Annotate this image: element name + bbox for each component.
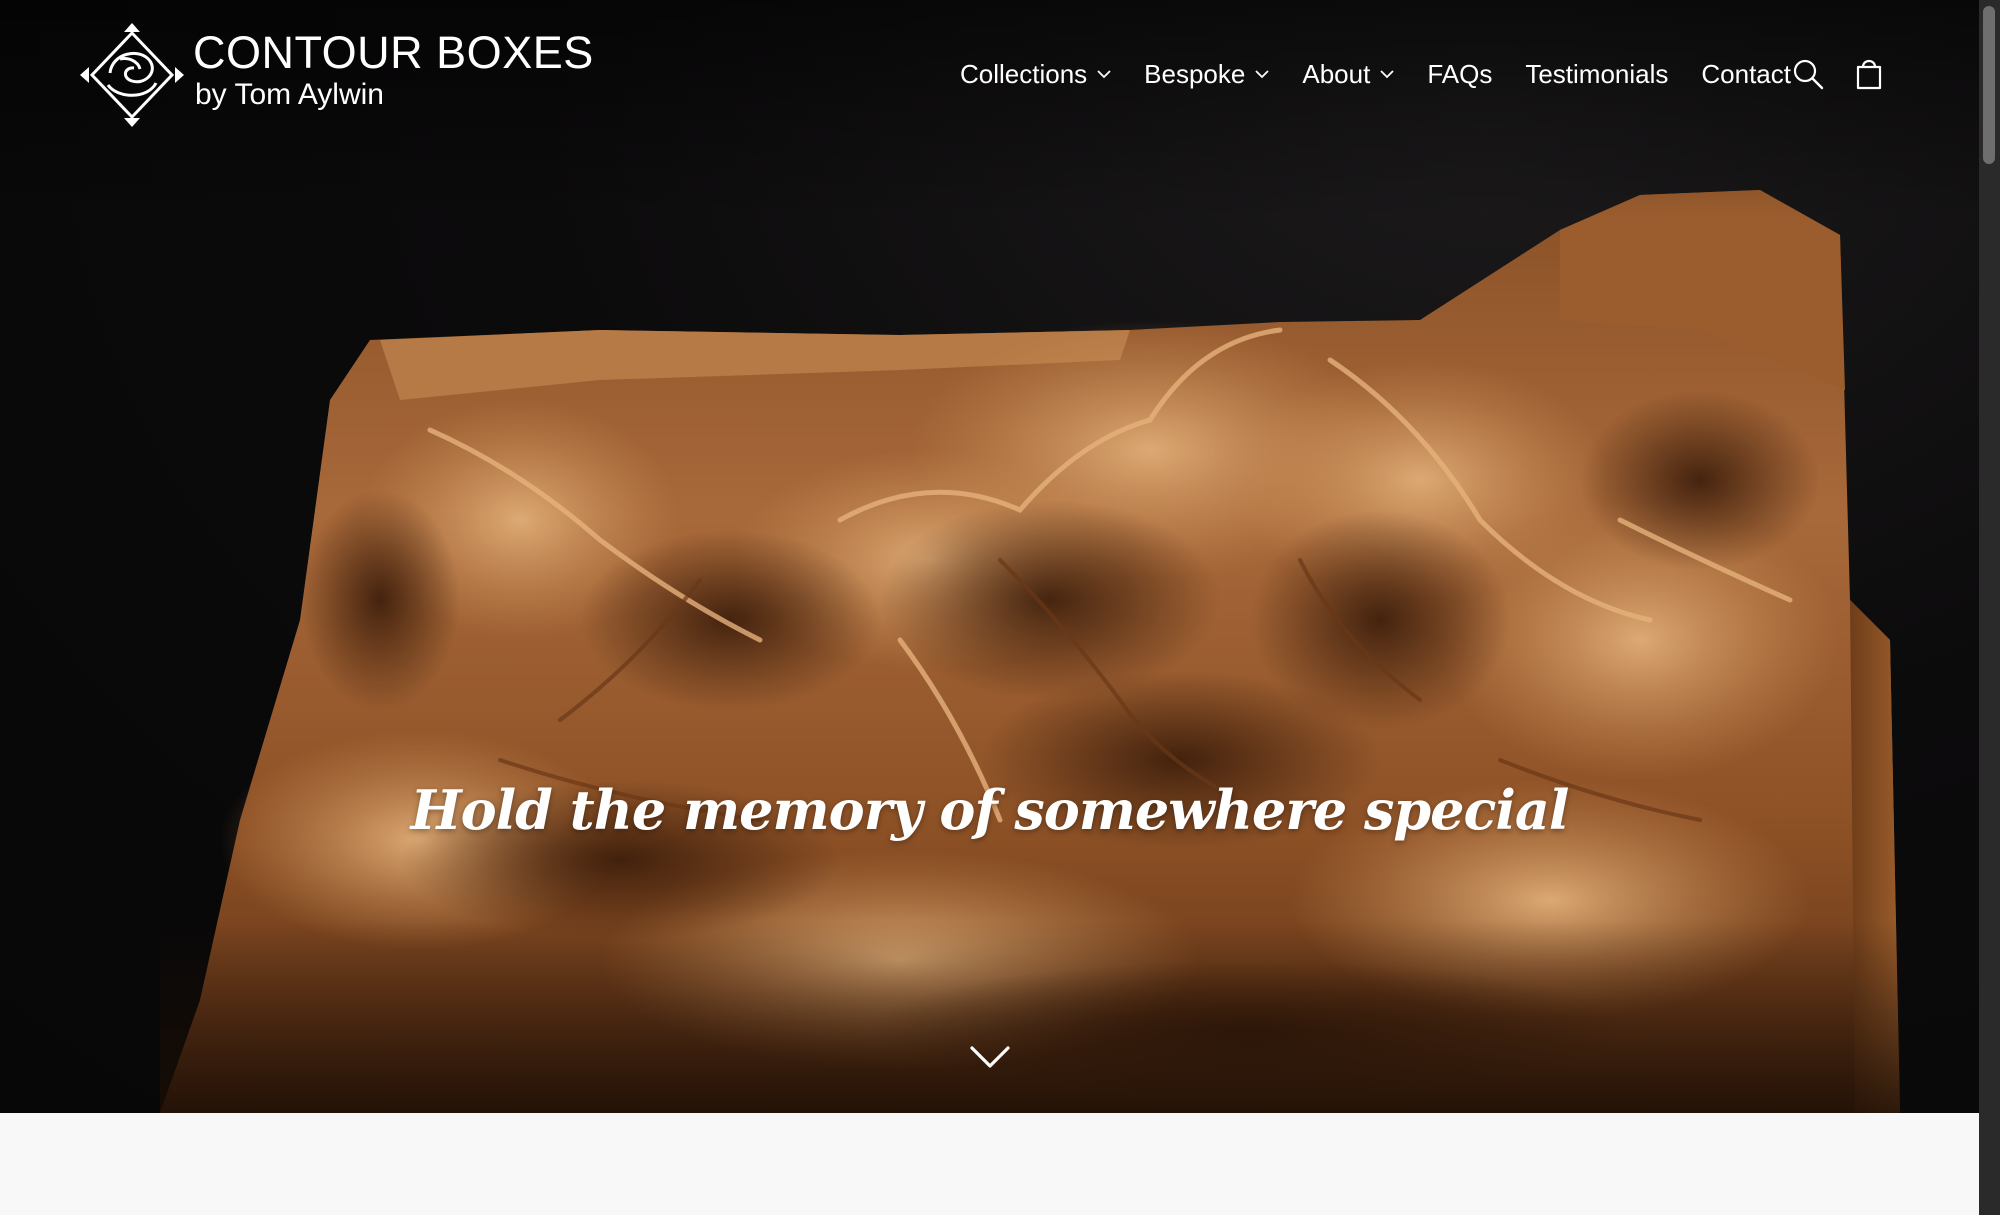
nav-item-label: Testimonials	[1525, 58, 1669, 89]
nav-item-label: Contact	[1701, 58, 1791, 89]
nav-item-collections[interactable]: Collections	[960, 59, 1111, 90]
logo-link[interactable]: CONTOUR BOXES by Tom Aylwin	[80, 20, 600, 130]
main-navigation: Collections Bespoke About FAQs Testimoni…	[960, 52, 1824, 96]
chevron-down-icon[interactable]	[969, 1044, 1011, 1070]
nav-item-testimonials[interactable]: Testimonials	[1525, 59, 1668, 90]
nav-item-bespoke[interactable]: Bespoke	[1144, 59, 1269, 90]
chevron-down-icon	[1255, 69, 1269, 78]
nav-item-faqs[interactable]: FAQs	[1427, 59, 1492, 90]
hero-headline: Hold the memory of somewhere special	[410, 778, 1570, 843]
nav-item-label: FAQs	[1427, 58, 1493, 89]
brand-name: CONTOUR BOXES	[193, 27, 594, 78]
nav-item-about[interactable]: About	[1302, 59, 1394, 90]
header-icons	[1790, 54, 1912, 94]
cart-icon[interactable]	[1851, 56, 1887, 92]
nav-item-label: About	[1302, 58, 1371, 89]
page-scrollbar[interactable]	[1979, 0, 2000, 1215]
hero-wood-relief-image	[0, 0, 1979, 1113]
scrollbar-thumb[interactable]	[1983, 6, 1995, 164]
site-header: CONTOUR BOXES by Tom Aylwin Collections …	[0, 0, 1979, 150]
search-icon[interactable]	[1790, 56, 1826, 92]
nav-item-contact[interactable]: Contact	[1701, 59, 1791, 90]
nav-item-label: Bespoke	[1144, 58, 1246, 89]
logo-icon	[80, 23, 184, 127]
browser-viewport: CONTOUR BOXES by Tom Aylwin Collections …	[0, 0, 1979, 1215]
nav-item-label: Collections	[960, 58, 1088, 89]
chevron-down-icon	[1380, 69, 1394, 78]
brand-tagline: by Tom Aylwin	[195, 78, 384, 111]
next-section	[0, 1113, 1979, 1215]
chevron-down-icon	[1097, 69, 1111, 78]
hero-section: CONTOUR BOXES by Tom Aylwin Collections …	[0, 0, 1979, 1113]
